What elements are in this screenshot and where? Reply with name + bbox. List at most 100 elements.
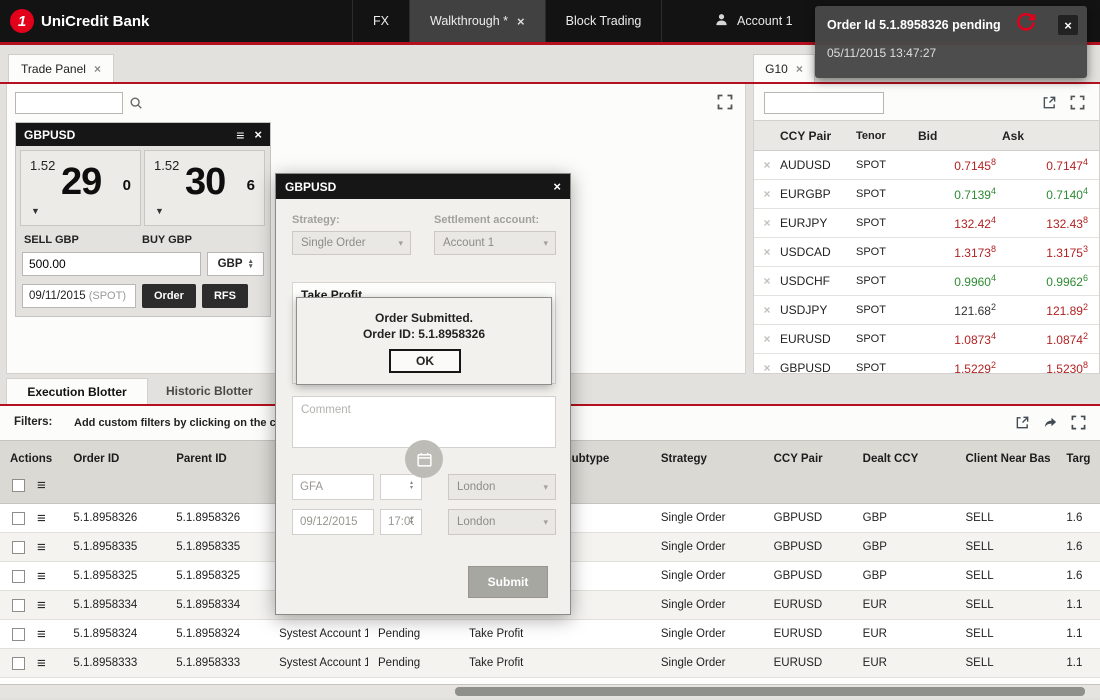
ask-price[interactable]: 0.99626 [996, 273, 1100, 289]
tab-historic-blotter[interactable]: Historic Blotter [166, 378, 253, 404]
ticket-close-icon[interactable]: × [254, 127, 262, 142]
unicredit-logo-icon: 1 [10, 9, 34, 33]
bid-price[interactable]: 121.682 [912, 302, 996, 318]
row-menu-icon[interactable]: ≡ [37, 657, 46, 670]
row-checkbox[interactable] [12, 541, 25, 554]
ask-price[interactable]: 0.71404 [996, 186, 1100, 202]
row-menu-icon[interactable]: ≡ [37, 512, 46, 525]
bid-price[interactable]: 132.424 [912, 215, 996, 231]
g10-row[interactable]: × USDCHF SPOT 0.99604 0.99626 [754, 267, 1100, 296]
search-icon[interactable] [129, 96, 143, 113]
row-menu-icon[interactable]: ≡ [37, 570, 46, 583]
price-ticket-widget: GBPUSD ≡ × 1.52 ▼ 29 0 1.52 ▼ 30 6 SELL … [15, 122, 271, 317]
bid-price[interactable]: 1.31738 [912, 244, 996, 260]
row-checkbox[interactable] [12, 628, 25, 641]
g10-row[interactable]: × EURJPY SPOT 132.424 132.438 [754, 209, 1100, 238]
ok-button[interactable]: OK [389, 349, 461, 373]
row-menu-icon[interactable]: ≡ [37, 628, 46, 641]
expiry-date-input[interactable] [292, 509, 374, 535]
modal-close-icon[interactable]: × [553, 179, 561, 194]
tab-fx[interactable]: FX [352, 0, 410, 42]
settlement-dropdown[interactable]: Account 1 ▾ [434, 231, 556, 255]
ask-price[interactable]: 121.892 [996, 302, 1100, 318]
close-trade-panel-icon[interactable]: × [94, 62, 101, 76]
ask-price[interactable]: 1.31753 [996, 244, 1100, 260]
row-checkbox[interactable] [12, 657, 25, 670]
g10-row[interactable]: × USDJPY SPOT 121.682 121.892 [754, 296, 1100, 325]
row-checkbox[interactable] [12, 512, 25, 525]
row-menu-icon[interactable]: ≡ [37, 541, 46, 554]
venue-dropdown[interactable]: London ▾ [448, 474, 556, 500]
tab-g10[interactable]: G10 × [753, 54, 815, 82]
stepper-arrows-icon[interactable]: ▴▾ [410, 516, 413, 526]
tab-block-trading[interactable]: Block Trading [546, 0, 663, 42]
row-checkbox[interactable] [12, 599, 25, 612]
fullscreen-icon[interactable] [1070, 95, 1085, 113]
blotter-toolbar-icons [1015, 415, 1086, 433]
scrollbar-thumb[interactable] [455, 687, 1085, 696]
export-share-icon[interactable] [1043, 415, 1058, 433]
fullscreen-icon[interactable] [717, 94, 733, 113]
strategy-dropdown[interactable]: Single Order ▾ [292, 231, 411, 255]
g10-search-input[interactable] [764, 92, 884, 114]
row-checkbox[interactable] [12, 570, 25, 583]
horizontal-scrollbar[interactable] [0, 684, 1100, 698]
search-input[interactable] [15, 92, 123, 114]
remove-pair-icon[interactable]: × [754, 274, 780, 288]
tenor-suffix: (SPOT) [89, 290, 126, 302]
bid-price[interactable]: 1.08734 [912, 331, 996, 347]
remove-pair-icon[interactable]: × [754, 303, 780, 317]
toast-close-icon[interactable]: × [1058, 15, 1078, 35]
buy-price-tile[interactable]: 1.52 ▼ 30 6 [144, 150, 265, 226]
g10-row[interactable]: × EURGBP SPOT 0.71394 0.71404 [754, 180, 1100, 209]
submit-button[interactable]: Submit [468, 566, 548, 598]
stepper-arrows-icon[interactable]: ▴▾ [410, 481, 413, 491]
account-menu[interactable]: Account 1 [714, 0, 793, 42]
g10-row[interactable]: × USDCAD SPOT 1.31738 1.31753 [754, 238, 1100, 267]
fullscreen-icon[interactable] [1071, 415, 1086, 433]
amount-input[interactable] [22, 252, 201, 276]
ask-price[interactable]: 1.52308 [996, 360, 1100, 374]
remove-pair-icon[interactable]: × [754, 158, 780, 172]
close-g10-icon[interactable]: × [796, 62, 803, 76]
g10-row[interactable]: × AUDUSD SPOT 0.71458 0.71474 [754, 151, 1100, 180]
pop-out-icon[interactable] [1015, 415, 1030, 433]
gfa-input[interactable] [292, 474, 374, 500]
order-button[interactable]: Order [142, 284, 196, 308]
g10-row[interactable]: × EURUSD SPOT 1.08734 1.08742 [754, 325, 1100, 354]
bid-price[interactable]: 1.52292 [912, 360, 996, 374]
pop-out-icon[interactable] [1042, 95, 1057, 113]
currency-selector[interactable]: GBP ▲▼ [207, 252, 264, 276]
tab-trade-panel[interactable]: Trade Panel × [8, 54, 114, 82]
tab-walkthrough[interactable]: Walkthrough * × [410, 0, 546, 42]
quantity-stepper[interactable] [380, 474, 422, 500]
remove-pair-icon[interactable]: × [754, 187, 780, 201]
ask-price[interactable]: 132.438 [996, 215, 1100, 231]
remove-pair-icon[interactable]: × [754, 361, 780, 374]
select-all-checkbox[interactable] [12, 479, 25, 492]
sell-price-tile[interactable]: 1.52 ▼ 29 0 [20, 150, 141, 226]
blotter-row[interactable]: ≡ 5.1.8958333 5.1.8958333 Systest Accoun… [0, 649, 1100, 678]
pending-orders-refresh-icon[interactable] [1014, 11, 1037, 37]
bid-price[interactable]: 0.71458 [912, 157, 996, 173]
tab-execution-blotter[interactable]: Execution Blotter [6, 378, 148, 404]
remove-pair-icon[interactable]: × [754, 245, 780, 259]
actions-menu-icon[interactable]: ≡ [37, 479, 46, 492]
g10-row[interactable]: × GBPUSD SPOT 1.52292 1.52308 [754, 354, 1100, 374]
modal-header[interactable]: GBPUSD × [276, 174, 570, 199]
expiry-venue-dropdown[interactable]: London ▾ [448, 509, 556, 535]
rfs-button[interactable]: RFS [202, 284, 248, 308]
settlement-label: Settlement account: [434, 214, 539, 226]
ask-price[interactable]: 0.71474 [996, 157, 1100, 173]
bid-price[interactable]: 0.99604 [912, 273, 996, 289]
expiry-time-input[interactable] [380, 509, 422, 535]
bid-price[interactable]: 0.71394 [912, 186, 996, 202]
remove-pair-icon[interactable]: × [754, 332, 780, 346]
ask-price[interactable]: 1.08742 [996, 331, 1100, 347]
remove-pair-icon[interactable]: × [754, 216, 780, 230]
value-date-input[interactable]: 09/11/2015 (SPOT) [22, 284, 136, 308]
ticket-menu-icon[interactable]: ≡ [236, 127, 244, 143]
row-menu-icon[interactable]: ≡ [37, 599, 46, 612]
blotter-row[interactable]: ≡ 5.1.8958324 5.1.8958324 Systest Accoun… [0, 620, 1100, 649]
close-tab-icon[interactable]: × [517, 14, 525, 29]
